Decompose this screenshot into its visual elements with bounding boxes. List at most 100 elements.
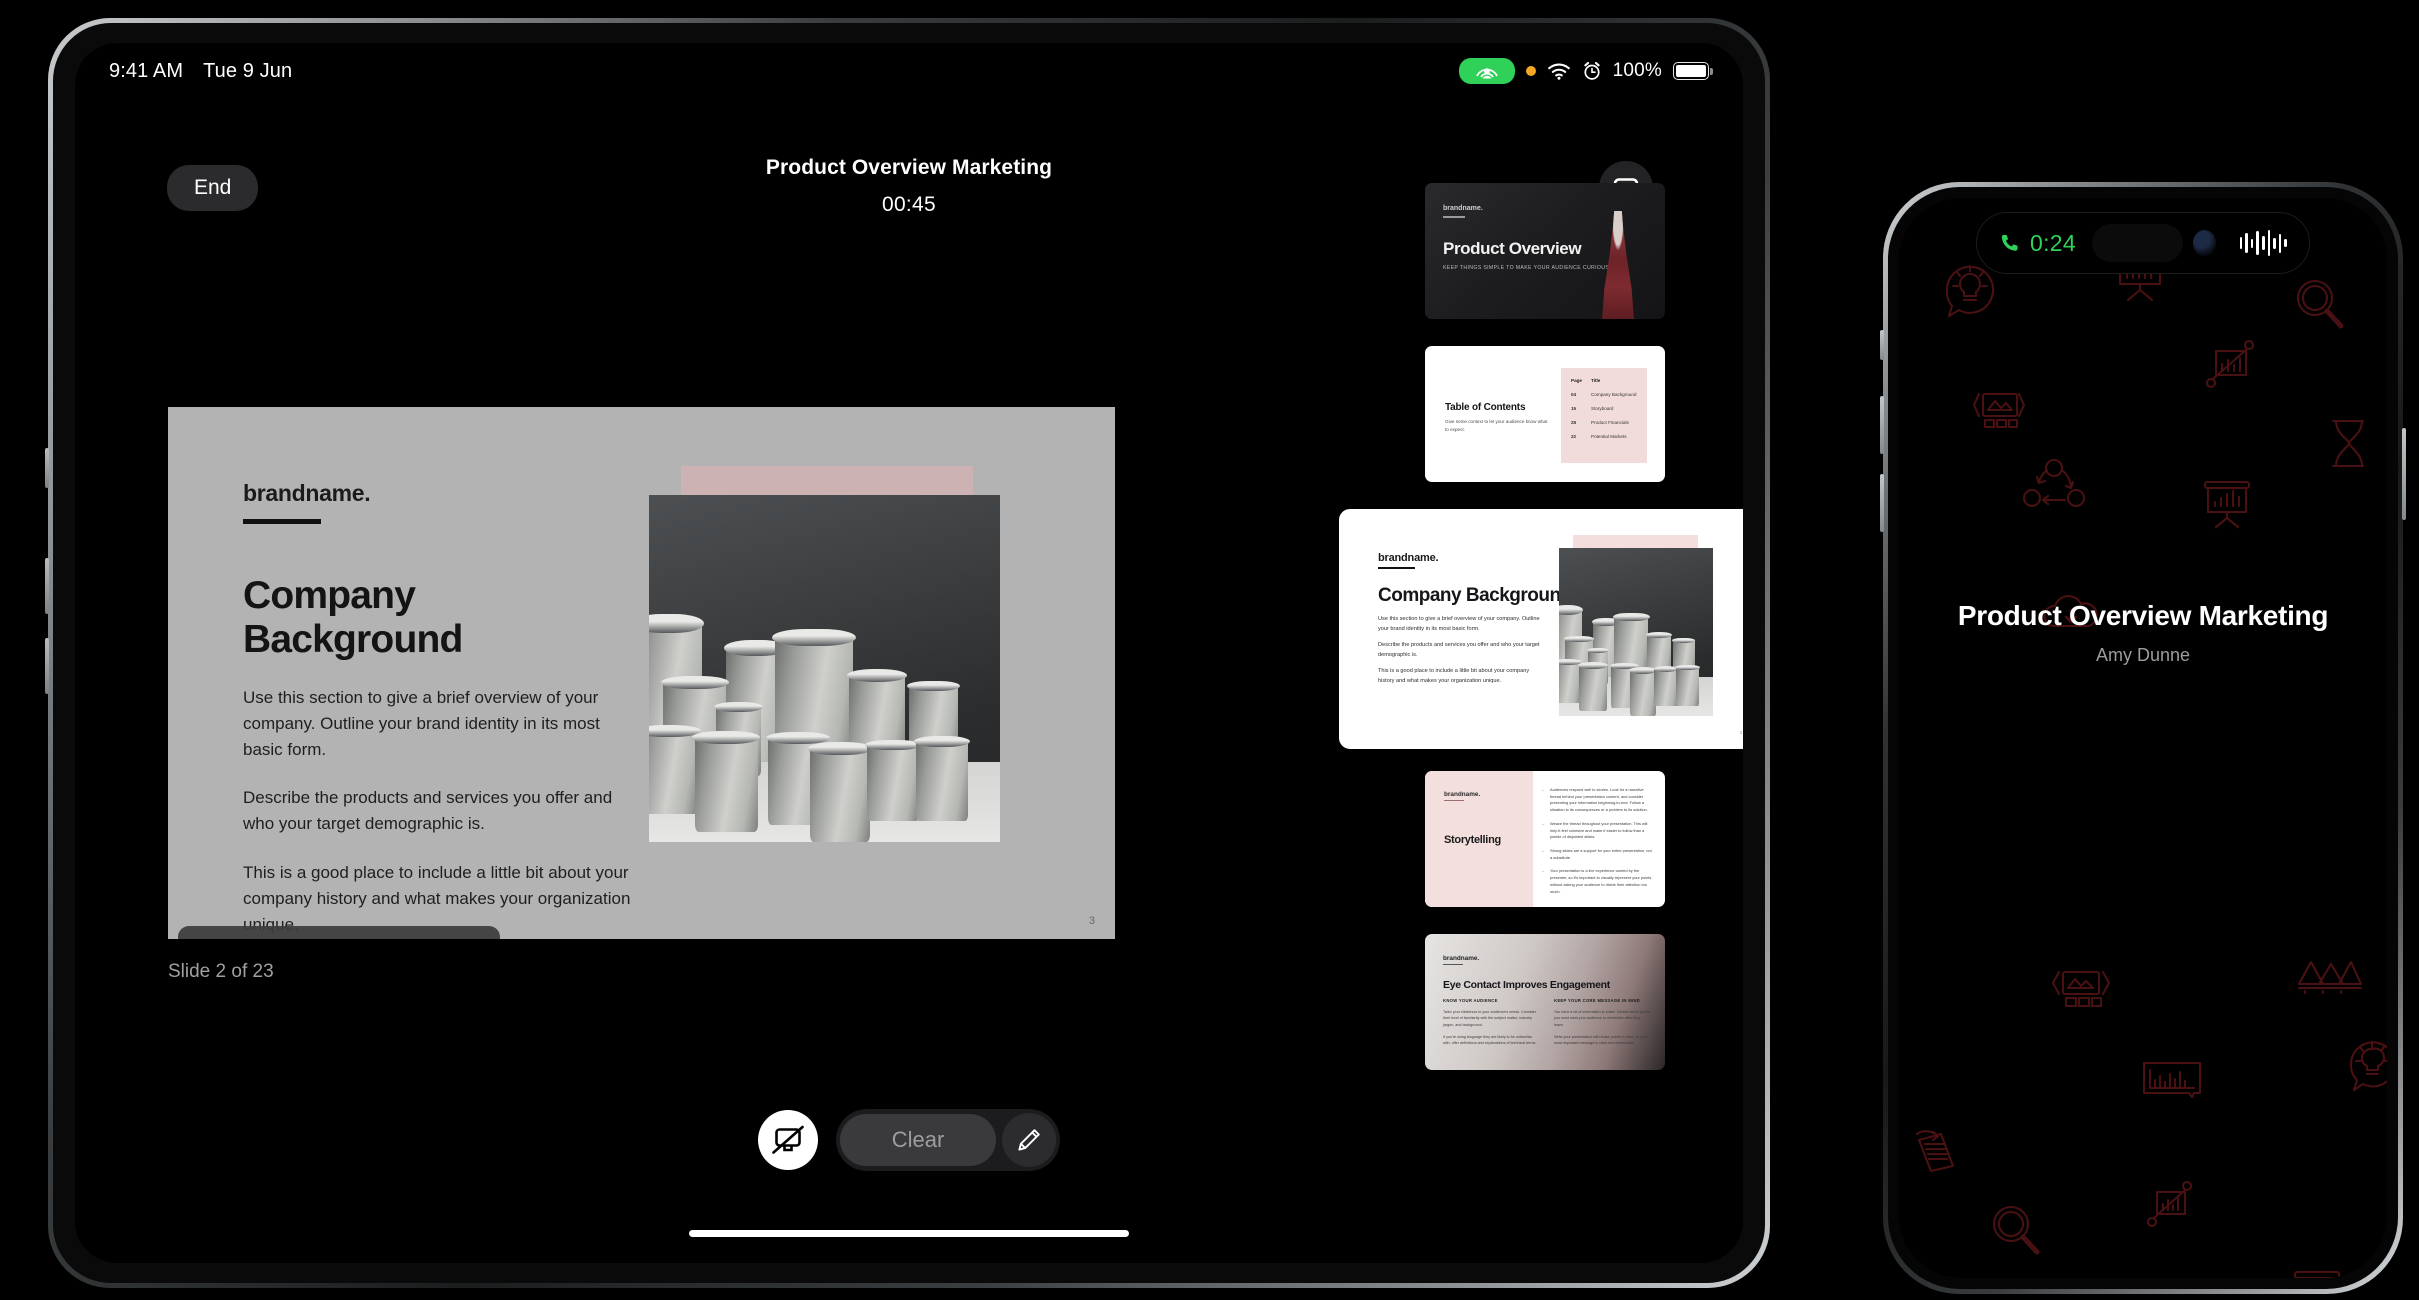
- thumb-paragraph: This is a good place to include a little…: [1378, 668, 1530, 685]
- bar-chart-icon: [2142, 1061, 2202, 1099]
- dynamic-island-notch: [2091, 224, 2183, 262]
- dynamic-island-call[interactable]: 0:24: [1976, 212, 2310, 274]
- screen-blackout-icon: [771, 1125, 804, 1154]
- current-slide-canvas[interactable]: brandname. Company Background Use this s…: [168, 407, 1115, 939]
- slide-company-background: brandname. Company Background Use this s…: [168, 407, 1115, 939]
- thumb-paragraph: Write your presentation with those point…: [1554, 1034, 1648, 1046]
- alarm-clock-icon: [1583, 61, 1600, 80]
- lightbulb-idea-icon: [2349, 1040, 2387, 1092]
- magnifying-glass-icon: [2296, 279, 2344, 329]
- thumb-title: Eye Contact Improves Engagement: [1443, 979, 1610, 991]
- thumbnail-slide-4[interactable]: brandname. Storytelling Audiences respon…: [1425, 771, 1665, 907]
- slide-brand: brandname.: [243, 480, 371, 506]
- iphone-bezel: 0:24 Product Overview Marketing Amy Dunn…: [1888, 187, 2398, 1289]
- slide-paragraph: Use this section to give a brief overvie…: [243, 688, 600, 759]
- slide-thumbnail-rail[interactable]: brandname. Product Overview KEEP THINGS …: [1339, 183, 1743, 1097]
- thumbnail-slide-1[interactable]: brandname. Product Overview KEEP THINGS …: [1425, 183, 1665, 319]
- documents-icon: [1915, 1130, 1955, 1173]
- thumb-brand: brandname.: [1443, 205, 1483, 212]
- screen-share-icon[interactable]: [1458, 58, 1515, 84]
- battery-percent-label: 100%: [1612, 60, 1662, 81]
- thumb-brand-rule: [1444, 800, 1464, 802]
- thumb-bullet-list: Audiences respond well to stories. Look …: [1542, 787, 1654, 902]
- ipad-screen: 9:41 AM Tue 9 Jun 100% End Product Overv…: [75, 43, 1743, 1263]
- status-bar: 9:41 AM Tue 9 Jun 100%: [75, 43, 1743, 99]
- home-indicator[interactable]: [689, 1230, 1129, 1237]
- toc-row: 22 Potential Markets: [1571, 434, 1627, 439]
- doodle-background: [1899, 198, 2387, 1278]
- thumbnail-slide-5[interactable]: brandname. Eye Contact Improves Engageme…: [1425, 934, 1665, 1070]
- thumb-column: KEEP YOUR CORE MESSAGE IN MIND You have …: [1554, 998, 1651, 1052]
- toc-header-page: Page: [1571, 378, 1582, 383]
- conference-room-icon: [1972, 392, 2026, 429]
- thumb-column-heading: KNOW YOUR AUDIENCE: [1443, 998, 1498, 1003]
- audio-waveform-icon: [2239, 230, 2287, 256]
- mountain-graph-icon: [2297, 960, 2363, 994]
- cycle-arrows-icon: [2022, 458, 2086, 508]
- thumb-brand-rule: [1378, 567, 1415, 570]
- thumb-bullet: Your presentation is a live experience c…: [1542, 868, 1654, 895]
- phone-call-icon: [2001, 234, 2018, 251]
- call-duration: 0:24: [2029, 229, 2076, 256]
- thumb-page-number: 3: [1739, 730, 1742, 735]
- iphone-session-title: Product Overview Marketing: [1957, 600, 2329, 631]
- toc-row: 15 Storyboard: [1571, 406, 1614, 411]
- thumb-brand: brandname.: [1444, 791, 1481, 798]
- thumb-subtitle: KEEP THINGS SIMPLE TO MAKE YOUR AUDIENCE…: [1443, 265, 1612, 271]
- magnifying-glass-icon: [1992, 1205, 2040, 1255]
- slide-paragraph: Describe the products and services you o…: [243, 788, 613, 834]
- toc-row: 28 Product Financials: [1571, 420, 1629, 425]
- blackout-toast: Screen has been blacked out: [178, 926, 500, 939]
- ipad-volume-down-button[interactable]: [45, 638, 49, 694]
- iphone-call-info: Product Overview Marketing Amy Dunne: [1899, 600, 2387, 666]
- iphone-volume-up-button[interactable]: [1880, 396, 1884, 454]
- battery-icon: [1673, 62, 1713, 80]
- toc-header-title: Title: [1591, 378, 1601, 383]
- thumb-paragraph: Describe the products and services you o…: [1378, 642, 1540, 658]
- orange-privacy-dot-icon: [1525, 66, 1536, 76]
- iphone-screen: 0:24 Product Overview Marketing Amy Dunn…: [1899, 198, 2387, 1278]
- end-presentation-button[interactable]: End: [167, 165, 259, 211]
- thumb-paragraph: Use this section to give a brief overvie…: [1378, 616, 1540, 632]
- ipad-bezel: 9:41 AM Tue 9 Jun 100% End Product Overv…: [53, 23, 1765, 1283]
- thumb-bullet: Audiences respond well to stories. Look …: [1542, 787, 1654, 814]
- ipad-volume-up-button[interactable]: [45, 558, 49, 614]
- thumb-title: Company Background: [1378, 585, 1572, 606]
- pen-tool-button[interactable]: [1002, 1113, 1057, 1167]
- toc-row: 04 Company Background: [1571, 392, 1637, 397]
- markup-controls: Clear: [835, 1109, 1061, 1171]
- status-bar-left: 9:41 AM Tue 9 Jun: [109, 60, 292, 83]
- iphone-presenter-name: Amy Dunne: [2095, 645, 2191, 665]
- thumb-title: Storytelling: [1444, 834, 1501, 846]
- thumb-columns: KNOW YOUR AUDIENCE Tailor your slideshow…: [1443, 998, 1651, 1052]
- clear-markup-button[interactable]: Clear: [839, 1114, 997, 1166]
- thumb-brand-rule: [1443, 216, 1465, 218]
- pencil-markup-icon: [1018, 1129, 1041, 1151]
- iphone-volume-down-button[interactable]: [1880, 474, 1884, 532]
- thumb-bullet: Strong slides are a support for your ent…: [1542, 848, 1654, 861]
- iphone-power-button[interactable]: [2402, 428, 2406, 520]
- ipad-device: 9:41 AM Tue 9 Jun 100% End Product Overv…: [45, 18, 1770, 1288]
- thumb-brand-rule: [1443, 964, 1463, 966]
- flag-chart-icon: [2205, 339, 2255, 389]
- iphone-device: 0:24 Product Overview Marketing Amy Dunn…: [1880, 182, 2406, 1294]
- thumb-paragraph: Tailor your slideshow to your audience's…: [1443, 1010, 1536, 1027]
- slide-brand-rule: [243, 519, 321, 524]
- slide-photo-concrete-pots: [649, 495, 1000, 842]
- thumbnail-slide-2[interactable]: Table of Contents Give some context to l…: [1425, 346, 1665, 482]
- presentation-toolbar: Clear: [75, 1109, 1743, 1171]
- status-bar-right: 100%: [1458, 58, 1713, 84]
- presentation-chart-icon: [2203, 480, 2251, 529]
- slide-title: Company Background: [243, 574, 463, 661]
- thumbnail-slide-3-selected[interactable]: brandname. Company Background Use this s…: [1339, 509, 1743, 749]
- thumb-column-heading: KEEP YOUR CORE MESSAGE IN MIND: [1554, 998, 1641, 1003]
- ipad-power-button[interactable]: [45, 448, 49, 488]
- thumb-toc-table: Page Title 04 Company Background 15 Storyb…: [1571, 378, 1636, 448]
- thumb-subtitle: Give some context to let your audience k…: [1445, 419, 1548, 432]
- thumb-bullet: Weave the thread throughout your present…: [1542, 821, 1654, 841]
- blackout-screen-button[interactable]: [757, 1110, 818, 1170]
- flag-chart-icon: [2146, 1180, 2193, 1228]
- iphone-mute-switch[interactable]: [1880, 330, 1884, 360]
- thumb-column: KNOW YOUR AUDIENCE Tailor your slideshow…: [1443, 998, 1540, 1052]
- call-timer: 00:45: [881, 193, 937, 216]
